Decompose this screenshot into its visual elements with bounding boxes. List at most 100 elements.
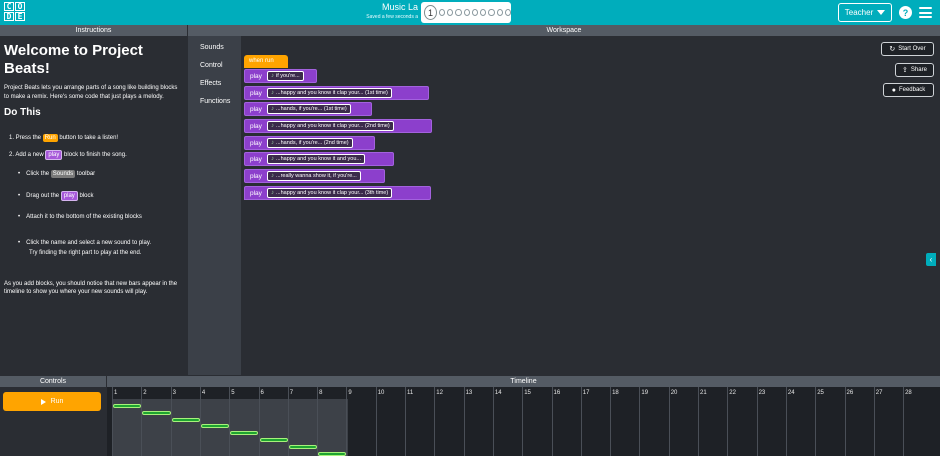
level-dot[interactable] bbox=[447, 9, 454, 16]
teacher-dropdown-button[interactable]: Teacher bbox=[838, 3, 892, 22]
timeline-sound-bar[interactable] bbox=[142, 410, 171, 415]
run-button[interactable]: Run bbox=[3, 392, 101, 411]
level-dot[interactable] bbox=[504, 9, 511, 16]
timeline-sound-bar[interactable] bbox=[288, 444, 318, 449]
timeline-sound-bar[interactable] bbox=[318, 451, 347, 456]
save-status: Saved a few seconds a bbox=[366, 14, 418, 20]
play-block[interactable]: play ♪ ...hands, if you're... (1st time) bbox=[244, 102, 372, 116]
play-keyword: play bbox=[250, 105, 262, 113]
play-keyword: play bbox=[250, 72, 262, 80]
timeline-measure-number: 8 bbox=[319, 390, 323, 396]
timeline-measure-number: 10 bbox=[377, 390, 385, 396]
music-note-icon: ♪ bbox=[271, 106, 274, 112]
toolbox-category-control[interactable]: Control bbox=[200, 62, 223, 69]
timeline-sound-bar[interactable] bbox=[171, 417, 200, 422]
level-progress: 1 bbox=[421, 2, 511, 23]
controls-header: Controls bbox=[0, 376, 106, 387]
instructions-title: Welcome to Project Beats! bbox=[4, 42, 143, 77]
sound-selector[interactable]: ♪ ...hands, if you're... (2nd time) bbox=[267, 138, 353, 148]
sounds-pill: Sounds bbox=[50, 170, 76, 178]
play-block[interactable]: play ♪ ...happy and you know it clap your… bbox=[244, 186, 431, 200]
help-icon[interactable]: ? bbox=[899, 6, 912, 19]
hamburger-menu-icon[interactable] bbox=[919, 7, 932, 18]
music-note-icon: ♪ bbox=[271, 123, 274, 129]
timeline-measure-number: 4 bbox=[201, 390, 206, 396]
music-note-icon: ♪ bbox=[271, 173, 274, 179]
timeline-measure-number: 2 bbox=[143, 390, 147, 396]
sound-selector[interactable]: ♪ if you're... bbox=[267, 71, 304, 81]
play-pill: play bbox=[60, 191, 78, 201]
instructions-panel: Welcome to Project Beats! Project Beats … bbox=[0, 36, 187, 375]
timeline-measure-number: 3 bbox=[172, 390, 176, 396]
do-this-heading: Do This bbox=[4, 107, 41, 118]
sound-selector[interactable]: ♪ ...happy and you know it and you... bbox=[267, 154, 366, 164]
code-org-logo[interactable]: CODE bbox=[4, 2, 28, 23]
music-note-icon: ♪ bbox=[271, 73, 274, 79]
play-keyword: play bbox=[250, 139, 262, 147]
sound-selector[interactable]: ♪ ...happy and you know it clap your... (… bbox=[267, 88, 392, 98]
share-button[interactable]: ⇪ Share bbox=[895, 63, 934, 77]
play-keyword: play bbox=[250, 155, 262, 163]
sound-selector[interactable]: ♪ ...happy and you know it clap your... (… bbox=[267, 121, 394, 131]
level-dot[interactable] bbox=[455, 9, 462, 16]
substep-1: • Click the Sounds toolbar bbox=[18, 170, 96, 178]
timeline-measure-number: 12 bbox=[436, 390, 443, 396]
music-note-icon: ♪ bbox=[271, 156, 274, 162]
level-dot[interactable] bbox=[496, 9, 503, 16]
teacher-label: Teacher bbox=[844, 8, 874, 17]
level-dot[interactable] bbox=[488, 9, 495, 16]
substep-4: • Click the name and select a new sound t… bbox=[18, 240, 152, 256]
sound-selector[interactable]: ♪ ...hands, if you're... (1st time) bbox=[267, 104, 351, 114]
toolbox: Sounds Control Effects Functions bbox=[188, 36, 241, 375]
timeline-ruler[interactable]: 1 2 3 4 5 6 7 8 9 10 11 12 13 14 15 16 17 18 19 20 21 22 23 24 2… bbox=[107, 387, 940, 399]
start-over-button[interactable]: ↻ Start Over bbox=[881, 42, 934, 56]
timeline-sound-bar[interactable] bbox=[113, 404, 142, 408]
timeline-measure-number: 23 bbox=[758, 390, 766, 396]
toolbox-category-sounds[interactable]: Sounds bbox=[200, 44, 224, 51]
share-icon: ⇪ bbox=[902, 67, 908, 74]
play-block[interactable]: play ♪ ...really wanna show it, if you're… bbox=[244, 169, 385, 183]
level-dot[interactable] bbox=[480, 9, 487, 16]
step-1: 1. Press the Run button to take a listen… bbox=[9, 134, 119, 142]
timeline-measure-number: 15 bbox=[524, 390, 531, 396]
sound-selector[interactable]: ♪ ...happy and you know it clap your... (… bbox=[267, 188, 393, 198]
sound-selector[interactable]: ♪ ...really wanna show it, if you're... bbox=[267, 171, 361, 181]
caret-down-icon bbox=[877, 10, 886, 15]
timeline-measure-number: 11 bbox=[407, 390, 414, 396]
play-block[interactable]: play ♪ ...happy and you know it clap your… bbox=[244, 119, 432, 133]
timeline-sound-bar[interactable] bbox=[259, 438, 288, 442]
timeline-sound-bar[interactable] bbox=[200, 424, 230, 429]
play-block[interactable]: play ♪ if you're... bbox=[244, 69, 317, 83]
timeline-measure-number: 25 bbox=[817, 390, 824, 396]
current-level-bubble[interactable]: 1 bbox=[424, 5, 437, 20]
chevron-left-icon[interactable]: ‹ bbox=[926, 253, 936, 266]
level-dot[interactable] bbox=[438, 9, 446, 16]
when-run-block[interactable]: when run bbox=[244, 55, 288, 68]
timeline-measure-number: 14 bbox=[494, 390, 502, 396]
timeline-measure-number: 17 bbox=[582, 390, 590, 396]
play-icon bbox=[40, 398, 46, 405]
timeline-measure-number: 6 bbox=[260, 390, 264, 396]
music-note-icon: ♪ bbox=[271, 90, 274, 96]
timeline-measure-number: 28 bbox=[905, 390, 912, 396]
refresh-icon: ↻ bbox=[889, 46, 896, 53]
timeline-measure-number: 16 bbox=[553, 390, 561, 396]
play-block[interactable]: play ♪ ...happy and you know it clap your… bbox=[244, 86, 429, 100]
play-block[interactable]: play ♪ ...hands, if you're... (2nd time) bbox=[244, 136, 375, 150]
feedback-button[interactable]: ● Feedback bbox=[883, 83, 934, 97]
timeline-measure-number: 7 bbox=[289, 390, 294, 396]
play-keyword: play bbox=[250, 122, 262, 130]
level-dot[interactable] bbox=[463, 9, 470, 16]
instructions-intro: Project Beats lets you arrange parts of … bbox=[4, 85, 178, 100]
level-dot[interactable] bbox=[471, 9, 479, 16]
toolbox-category-functions[interactable]: Functions bbox=[200, 98, 230, 105]
timeline-measure-number: 27 bbox=[875, 390, 883, 396]
timeline-measure-number: 5 bbox=[231, 390, 235, 396]
play-keyword: play bbox=[250, 189, 262, 197]
toolbox-category-effects[interactable]: Effects bbox=[200, 80, 221, 87]
play-block[interactable]: play ♪ ...happy and you know it and you..… bbox=[244, 152, 394, 166]
timeline-measure-number: 24 bbox=[787, 390, 795, 396]
timeline-sound-bar[interactable] bbox=[230, 431, 259, 436]
timeline-measure-number: 1 bbox=[114, 390, 118, 396]
substep-3: • Attach it to the bottom of the existing… bbox=[18, 214, 142, 220]
